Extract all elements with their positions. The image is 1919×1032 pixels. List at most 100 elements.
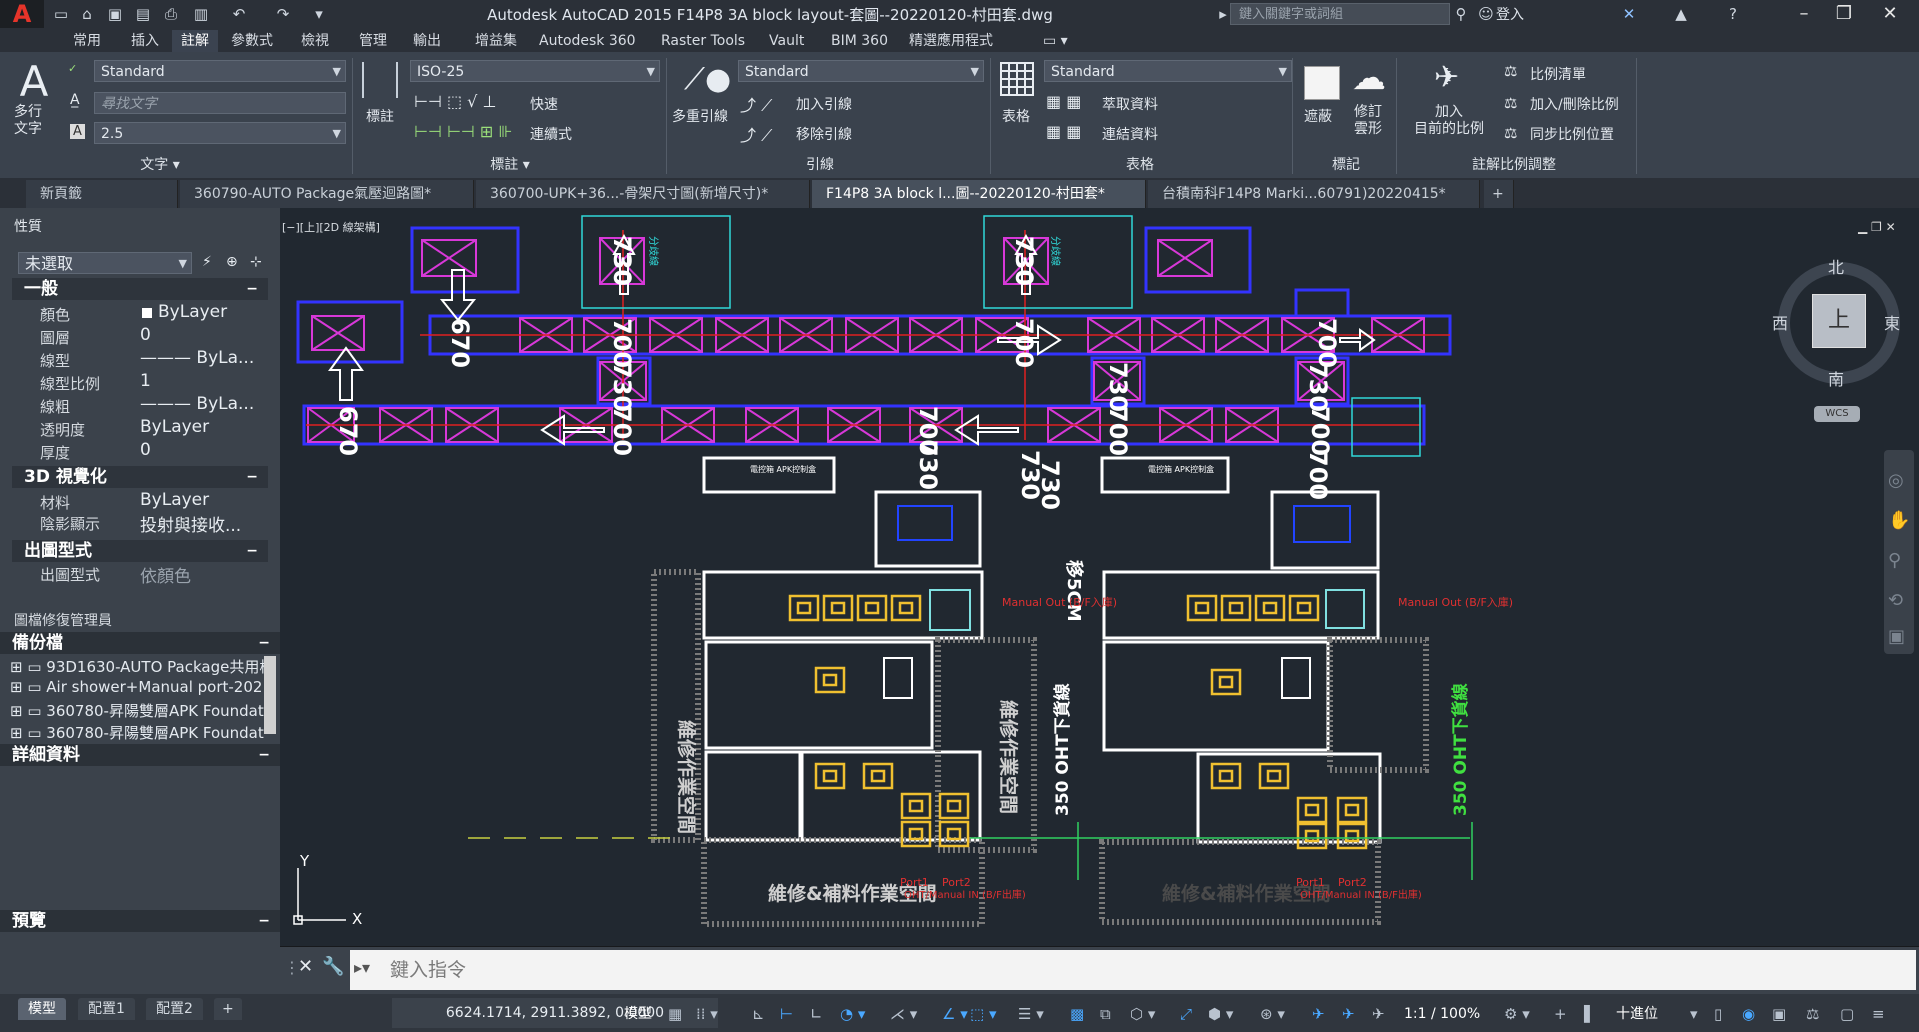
- find-text-icon[interactable]: A̲: [70, 92, 80, 108]
- add-delete-scale-button[interactable]: 加入/刪除比例: [1530, 94, 1619, 114]
- object-snap-icon[interactable]: ⬚ ▾: [970, 1000, 996, 1028]
- annotation-monitor-icon[interactable]: +: [1554, 1000, 1567, 1028]
- model-space-button[interactable]: 模型: [624, 1000, 652, 1028]
- prop-value[interactable]: 0: [140, 325, 151, 345]
- isodraft-icon[interactable]: ⋌ ▾: [890, 1000, 917, 1028]
- backup-file-item[interactable]: ⊞ ▭ 93D1630-AUTO Package共用樣: [10, 656, 274, 677]
- extract-data-button[interactable]: 萃取資料: [1102, 94, 1158, 114]
- text-height-icon[interactable]: A: [70, 124, 85, 139]
- scale-list-button[interactable]: 比例清單: [1530, 64, 1586, 84]
- wipeout-button[interactable]: 遮蔽: [1304, 106, 1332, 126]
- quick-select-icon[interactable]: ⚡: [202, 254, 212, 270]
- save-as-icon[interactable]: ▤: [132, 4, 154, 24]
- new-file-icon[interactable]: ▭: [50, 4, 72, 24]
- annotation-visibility-icon[interactable]: ✈: [1312, 1000, 1325, 1028]
- clean-screen-icon[interactable]: ▢: [1840, 1000, 1854, 1028]
- leader-panel-title[interactable]: 引線: [780, 155, 860, 175]
- prop-value[interactable]: ByLayer: [158, 302, 227, 322]
- layout-tab-1[interactable]: 配置1: [78, 998, 135, 1020]
- scale-panel-title[interactable]: 註解比例調整: [1444, 155, 1584, 175]
- redo-icon[interactable]: ↷: [272, 4, 294, 24]
- dynamic-input-icon[interactable]: ⊢: [780, 1000, 793, 1028]
- undo-icon[interactable]: ↶: [228, 4, 250, 24]
- auto-scale-icon[interactable]: ✈: [1342, 1000, 1355, 1028]
- remove-leader-icon[interactable]: ⤴ ⟋: [740, 122, 772, 146]
- link-data-button[interactable]: 連結資料: [1102, 124, 1158, 144]
- new-tab-plus-icon[interactable]: +: [1484, 180, 1514, 208]
- expand-folder-icon[interactable]: ⊞ ▭: [10, 702, 46, 720]
- viewcube-east[interactable]: 東: [1884, 310, 1900, 334]
- plot-icon[interactable]: ⎙: [160, 4, 182, 24]
- prop-value[interactable]: ByLayer: [140, 417, 209, 437]
- ribbon-tab-2[interactable]: 註解: [172, 30, 218, 52]
- revision-cloud-icon[interactable]: ☁: [1352, 58, 1386, 98]
- orbit-icon[interactable]: ⟲: [1888, 590, 1903, 611]
- ribbon-tab-7[interactable]: 增益集: [466, 30, 526, 52]
- viewport-minmax-icon[interactable]: ▁ ❐ ✕: [1858, 220, 1896, 234]
- remove-leader-button[interactable]: 移除引線: [796, 124, 852, 144]
- wipeout-icon[interactable]: [1304, 66, 1340, 100]
- ribbon-tab-3[interactable]: 參數式: [222, 30, 282, 52]
- units-dropdown-icon[interactable]: ▾: [1690, 1000, 1698, 1028]
- backup-section-header[interactable]: 備份檔 −: [0, 632, 280, 654]
- quick-properties-icon[interactable]: ▯: [1714, 1000, 1722, 1028]
- ribbon-tab-6[interactable]: 輸出: [404, 30, 450, 52]
- help-search-input[interactable]: 鍵入關鍵字或詞組: [1230, 3, 1450, 25]
- ribbon-tab-9[interactable]: Raster Tools: [652, 30, 754, 52]
- doc-tab-1[interactable]: 360790-AUTO Package氣壓迴路圖*: [180, 180, 474, 208]
- showmotion-icon[interactable]: ▣: [1888, 626, 1905, 647]
- gizmo-icon[interactable]: ⊛ ▾: [1260, 1000, 1285, 1028]
- add-leader-icon[interactable]: ⤴ ⟋: [740, 92, 772, 116]
- table-panel-title[interactable]: 表格: [1100, 155, 1180, 175]
- customization-menu-icon[interactable]: ≡: [1872, 1000, 1885, 1028]
- table-icon[interactable]: [1000, 62, 1034, 96]
- dimension-icon[interactable]: [362, 62, 398, 98]
- user-icon[interactable]: ☺: [1475, 4, 1497, 24]
- add-current-scale-icon[interactable]: ✈: [1434, 60, 1459, 95]
- ribbon-tab-4[interactable]: 檢視: [292, 30, 338, 52]
- snap-icon[interactable]: ⁞⁞ ▾: [696, 1000, 718, 1028]
- ribbon-tab-8[interactable]: Autodesk 360: [530, 30, 645, 52]
- sync-scale-button[interactable]: 同步比例位置: [1530, 124, 1614, 144]
- drawing-area[interactable]: 670 700 730 700 730 670 730 700 700 700 730 700 730 7…: [280, 208, 1919, 946]
- open-file-icon[interactable]: ⌂: [76, 4, 98, 24]
- wcs-menu[interactable]: WCS: [1814, 406, 1860, 422]
- selection-cycling-icon[interactable]: ⧉: [1100, 1000, 1111, 1028]
- lock-ui-icon[interactable]: ◉: [1742, 1000, 1755, 1028]
- selection-filter-icon[interactable]: ⬢ ▾: [1208, 1000, 1233, 1028]
- backup-scrollbar[interactable]: [264, 656, 276, 734]
- annotation-scale-icon[interactable]: ✈: [1372, 1000, 1385, 1028]
- minimize-icon[interactable]: –: [1784, 0, 1824, 28]
- save-icon[interactable]: ▣: [104, 4, 126, 24]
- select-objects-icon[interactable]: ⊕: [226, 254, 238, 270]
- backup-file-item[interactable]: ⊞ ▭ Air shower+Manual port-2021: [10, 678, 272, 696]
- units-select[interactable]: 十進位: [1616, 1000, 1658, 1028]
- steering-wheel-icon[interactable]: ◎: [1888, 470, 1904, 491]
- add-current-scale-button[interactable]: 加入 目前的比例: [1414, 104, 1484, 138]
- quick-dim-button[interactable]: 快速: [530, 94, 558, 114]
- close-icon[interactable]: ✕: [1870, 0, 1910, 28]
- help-icon[interactable]: ?: [1722, 4, 1744, 24]
- a360-icon[interactable]: ▲: [1670, 4, 1692, 24]
- transparency-icon[interactable]: ▩: [1070, 1000, 1084, 1028]
- spell-check-icon[interactable]: ✓: [68, 62, 77, 75]
- prop-value[interactable]: 投射與接收...: [140, 511, 241, 536]
- doc-tab-new[interactable]: 新頁籤: [26, 180, 178, 208]
- layout-tab-model[interactable]: 模型: [18, 998, 66, 1020]
- viewport-controls-label[interactable]: [−][上][2D 線架構]: [282, 219, 380, 235]
- ribbon-tab-11[interactable]: BIM 360: [822, 30, 897, 52]
- prop-value[interactable]: ——— ByLa...: [140, 394, 254, 414]
- selection-select[interactable]: 未選取 ▼: [18, 252, 192, 274]
- object-snap-tracking-icon[interactable]: ∠ ▾: [942, 1000, 968, 1028]
- autocad-logo-icon[interactable]: A: [0, 0, 44, 28]
- workspace-gear-icon[interactable]: ⚙ ▾: [1504, 1000, 1530, 1028]
- grid-icon[interactable]: ▦: [668, 1000, 682, 1028]
- revision-cloud-button[interactable]: 修訂 雲形: [1354, 104, 1382, 138]
- sync-scale-icon[interactable]: ⚖: [1504, 124, 1517, 142]
- backup-file-item[interactable]: ⊞ ▭ 360780-昇陽雙層APK Foundat: [10, 700, 264, 721]
- layout-tab-2[interactable]: 配置2: [146, 998, 203, 1020]
- table-button[interactable]: 表格: [1002, 106, 1030, 126]
- prop-value[interactable]: 1: [140, 371, 151, 391]
- expand-folder-icon[interactable]: ⊞ ▭: [10, 658, 46, 676]
- login-link[interactable]: 登入: [1496, 4, 1524, 24]
